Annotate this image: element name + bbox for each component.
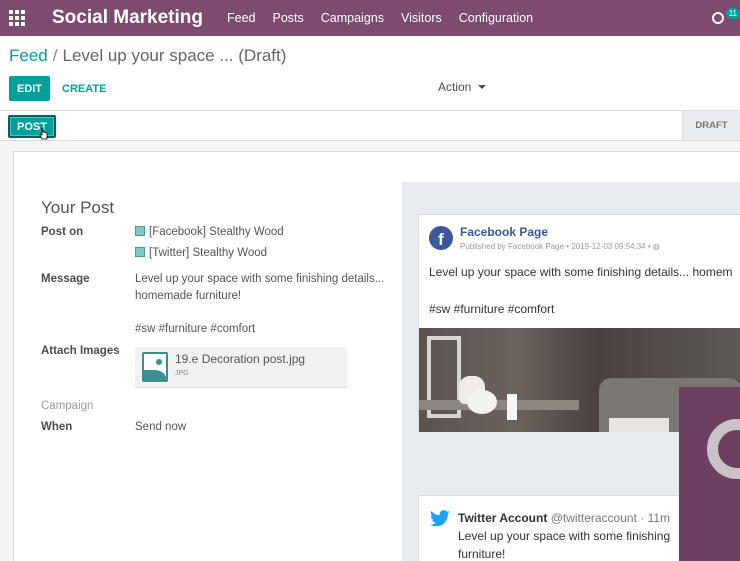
checkbox-icon[interactable] bbox=[135, 247, 145, 257]
breadcrumb: Feed / Level up your space ... (Draft) bbox=[9, 46, 286, 66]
post-button[interactable]: POST bbox=[8, 115, 56, 138]
facebook-post-tags: #sw #furniture #comfort bbox=[429, 302, 555, 316]
section-title: Your Post bbox=[41, 198, 115, 217]
twitter-account-label: Twitter Account bbox=[458, 511, 548, 525]
menu-item-posts[interactable]: Posts bbox=[273, 11, 304, 25]
facebook-page-name: Facebook Page bbox=[460, 225, 549, 239]
account-twitter-label: [Twitter] Stealthy Wood bbox=[149, 247, 268, 259]
mouse-pointer-icon bbox=[39, 127, 48, 140]
twitter-account-name: Twitter Account @twitteraccount · 11m bbox=[458, 511, 670, 525]
image-file-icon bbox=[142, 352, 168, 382]
checkbox-icon[interactable] bbox=[135, 226, 145, 236]
status-draft[interactable]: DRAFT bbox=[682, 111, 740, 140]
video-overlay bbox=[679, 387, 740, 561]
attachment-item[interactable]: 19.e Decoration post.jpg JPG bbox=[135, 347, 347, 388]
facebook-post-text: Level up your space with some finishing … bbox=[429, 265, 733, 279]
facebook-post-meta: Published by Facebook Page • 2019-12-03 … bbox=[460, 242, 660, 251]
activity-clock-icon[interactable] bbox=[711, 12, 724, 24]
facebook-icon: f bbox=[429, 226, 453, 250]
twitter-post-text: Level up your space with some finishing bbox=[458, 529, 671, 543]
account-facebook-label: [Facebook] Stealthy Wood bbox=[149, 226, 284, 238]
attachment-name: 19.e Decoration post.jpg bbox=[175, 352, 306, 366]
globe-icon: ◍ bbox=[652, 242, 660, 251]
systray: 11 bbox=[711, 0, 740, 36]
action-dropdown[interactable]: Action bbox=[438, 80, 487, 94]
facebook-meta-text: Published by Facebook Page • 2019-12-03 … bbox=[460, 242, 651, 251]
main-menu: Feed Posts Campaigns Visitors Configurat… bbox=[227, 11, 550, 25]
create-button[interactable]: CREATE bbox=[62, 76, 106, 101]
attach-images-label: Attach Images bbox=[41, 345, 120, 357]
activity-badge: 11 bbox=[725, 7, 740, 19]
attachment-type: JPG bbox=[175, 370, 189, 377]
breadcrumb-current: Level up your space ... (Draft) bbox=[62, 46, 287, 65]
caret-down-icon bbox=[478, 85, 487, 89]
post-on-label: Post on bbox=[41, 226, 84, 238]
breadcrumb-feed-link[interactable]: Feed bbox=[9, 46, 48, 65]
top-navbar: Social Marketing Feed Posts Campaigns Vi… bbox=[0, 0, 740, 36]
when-value[interactable]: Send now bbox=[135, 421, 186, 433]
menu-item-campaigns[interactable]: Campaigns bbox=[321, 11, 384, 25]
message-line[interactable]: Level up your space with some finishing … bbox=[135, 273, 384, 285]
when-label: When bbox=[41, 421, 73, 433]
menu-item-feed[interactable]: Feed bbox=[227, 11, 256, 25]
edit-button[interactable]: EDIT bbox=[9, 76, 50, 101]
menu-item-visitors[interactable]: Visitors bbox=[401, 11, 442, 25]
message-line[interactable]: homemade furniture! bbox=[135, 290, 241, 302]
breadcrumb-separator: / bbox=[52, 46, 58, 65]
message-label: Message bbox=[41, 273, 90, 285]
twitter-handle: @twitteraccount · 11m bbox=[550, 511, 671, 525]
twitter-post-text: furniture! bbox=[458, 547, 506, 561]
message-line[interactable]: #sw #furniture #comfort bbox=[135, 323, 255, 335]
twitter-icon bbox=[430, 510, 450, 527]
app-title[interactable]: Social Marketing bbox=[52, 7, 227, 29]
menu-item-configuration[interactable]: Configuration bbox=[459, 11, 533, 25]
campaign-label: Campaign bbox=[41, 400, 94, 412]
action-dropdown-label: Action bbox=[438, 80, 472, 94]
statusbar: POST DRAFT bbox=[0, 110, 740, 141]
account-twitter[interactable]: [Twitter] Stealthy Wood bbox=[135, 247, 267, 259]
account-facebook[interactable]: [Facebook] Stealthy Wood bbox=[135, 226, 284, 238]
apps-menu-icon[interactable] bbox=[0, 0, 34, 36]
